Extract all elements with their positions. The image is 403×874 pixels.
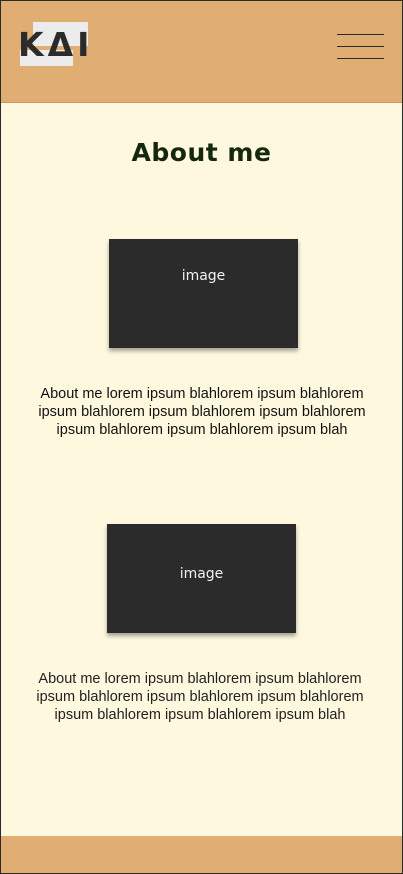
image-placeholder: image xyxy=(109,239,298,348)
image-placeholder-label: image xyxy=(179,565,224,582)
page-title: About me xyxy=(131,138,272,167)
menu-line-middle xyxy=(337,46,384,47)
image-placeholder: image xyxy=(107,524,296,633)
menu-line-bottom xyxy=(337,58,384,59)
header: KΔI xyxy=(1,1,402,103)
about-paragraph: About me lorem ipsum blahlorem ipsum bla… xyxy=(38,386,366,438)
logo-text: KΔI xyxy=(18,25,94,64)
hamburger-menu-icon[interactable] xyxy=(337,34,384,60)
page-frame: KΔI About me image About me lorem ipsum … xyxy=(0,0,403,874)
logo[interactable]: KΔI xyxy=(18,22,90,68)
about-paragraph: About me lorem ipsum blahlorem ipsum bla… xyxy=(36,671,364,723)
menu-line-top xyxy=(337,34,384,35)
image-placeholder-label: image xyxy=(181,267,226,284)
footer xyxy=(1,836,402,873)
